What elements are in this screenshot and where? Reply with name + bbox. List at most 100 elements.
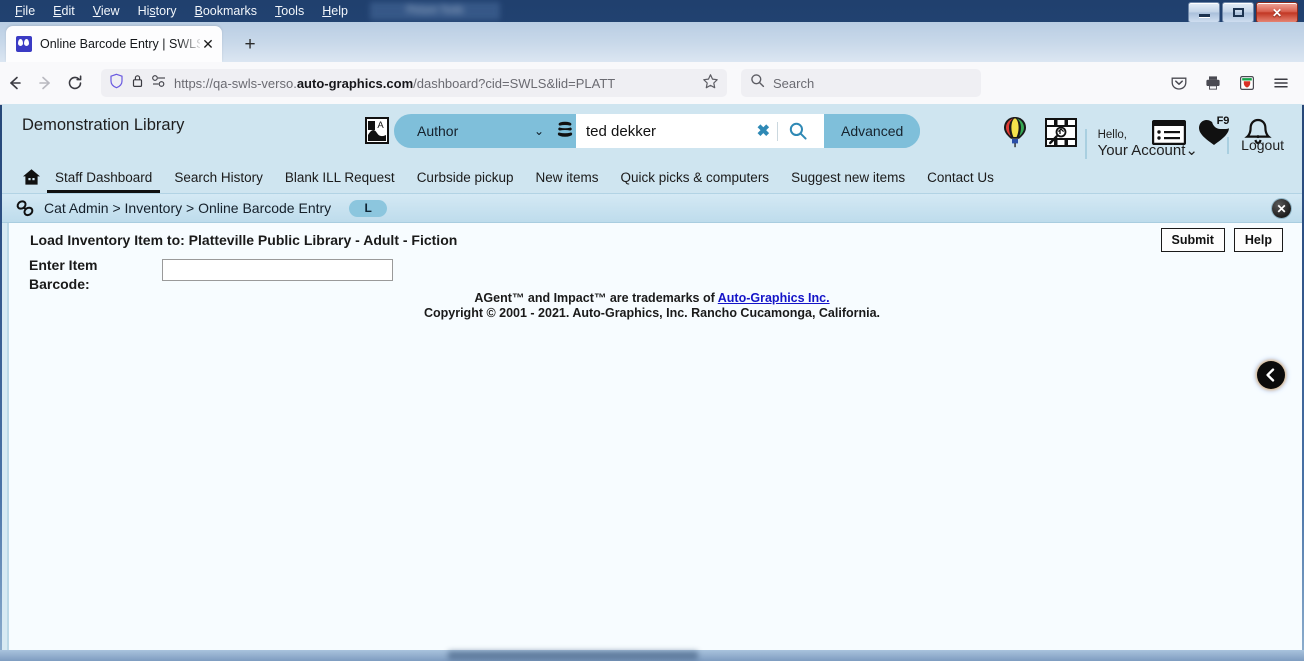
url-text: https://qa-swls-verso.auto-graphics.com/…	[174, 76, 702, 91]
logout-link[interactable]: Logout	[1227, 137, 1284, 154]
extension-icon[interactable]	[1232, 68, 1262, 98]
help-button[interactable]: Help	[1233, 228, 1283, 252]
action-buttons: Submit Help	[1160, 228, 1283, 252]
tab-title: Online Barcode Entry | SWLS | pl	[40, 37, 200, 51]
database-stack-icon[interactable]	[554, 121, 576, 141]
close-panel-icon[interactable]: ✕	[1272, 199, 1291, 218]
taskbar-blur	[448, 651, 698, 660]
close-window-button[interactable]: ✕	[1256, 2, 1298, 22]
footer-line1: AGent™ and Impact™ are trademarks of Aut…	[2, 291, 1302, 306]
svg-text:A: A	[377, 120, 384, 131]
search-query-value: ted dekker	[586, 122, 657, 140]
menu-bookmarks[interactable]: Bookmarks	[186, 1, 267, 21]
address-bar[interactable]: https://qa-swls-verso.auto-graphics.com/…	[101, 69, 727, 97]
minimize-button[interactable]	[1188, 2, 1220, 22]
nav-curbside-pickup[interactable]: Curbside pickup	[417, 170, 514, 185]
url-path: /dashboard?cid=SWLS&lid=PLATT	[413, 75, 616, 91]
back-arrow-icon[interactable]	[0, 68, 30, 98]
forward-arrow-icon	[30, 68, 60, 98]
footer-line1-pre: AGent™ and Impact™ are trademarks of	[474, 291, 718, 305]
browser-search-box[interactable]: Search	[741, 69, 981, 97]
home-icon[interactable]	[22, 168, 41, 186]
auto-graphics-link[interactable]: Auto-Graphics Inc.	[718, 291, 830, 305]
tab-strip: Online Barcode Entry | SWLS | pl ✕ +	[0, 22, 1304, 62]
nav-quick-picks-computers[interactable]: Quick picks & computers	[621, 170, 770, 185]
barcode-input[interactable]	[162, 259, 393, 281]
browser-search-placeholder: Search	[773, 75, 815, 91]
app-header: Demonstration Library A Author ⌄ ted dek…	[2, 104, 1302, 161]
menu-file[interactable]: File	[6, 1, 44, 21]
breadcrumb-bar: Cat Admin > Inventory > Online Barcode E…	[2, 193, 1302, 223]
menu-tools[interactable]: Tools	[266, 1, 313, 21]
translate-icon[interactable]: A	[365, 117, 389, 149]
content-area: Load Inventory Item to: Platteville Publ…	[2, 223, 1302, 650]
account-name: Your Account⌄	[1098, 142, 1198, 159]
tab-close-icon[interactable]: ✕	[200, 37, 216, 51]
print-icon[interactable]	[1198, 68, 1228, 98]
search-cluster: Author ⌄ ted dekker ✖ Advanced	[394, 114, 921, 148]
footer-line2: Copyright © 2001 - 2021. Auto-Graphics, …	[423, 306, 881, 320]
chain-link-icon	[16, 199, 35, 217]
bookmark-star-icon[interactable]	[702, 73, 719, 94]
permissions-icon	[151, 74, 167, 93]
chevron-down-icon: ⌄	[533, 124, 544, 138]
reload-icon[interactable]	[60, 68, 90, 98]
search-submit-icon[interactable]	[778, 121, 818, 141]
back-circle-button[interactable]	[1257, 361, 1285, 389]
account-menu[interactable]: Hello, Your Account⌄	[1084, 129, 1198, 159]
minimize-icon	[1198, 14, 1210, 17]
clear-search-icon[interactable]: ✖	[750, 121, 777, 141]
window-controls: ✕	[1188, 2, 1298, 22]
menu-history[interactable]: History	[129, 1, 186, 21]
barcode-label-line2: Barcode:	[29, 276, 90, 292]
new-tab-button[interactable]: +	[238, 33, 262, 57]
browser-window: Picture Tools File Edit View History Boo…	[0, 0, 1304, 661]
nav-contact-us[interactable]: Contact Us	[927, 170, 994, 185]
library-name: Demonstration Library	[22, 116, 185, 134]
shield-icon	[109, 73, 124, 94]
footer-text: AGent™ and Impact™ are trademarks of Aut…	[2, 291, 1302, 321]
image-search-icon[interactable]	[1044, 117, 1078, 153]
left-accent-strip	[2, 223, 9, 650]
search-icon	[750, 73, 765, 93]
chevron-down-icon: ⌄	[1185, 142, 1198, 159]
window-title-text: Picture Tools	[406, 5, 464, 16]
menu-view[interactable]: View	[84, 1, 129, 21]
breadcrumb-text[interactable]: Cat Admin > Inventory > Online Barcode E…	[44, 200, 331, 216]
lock-icon	[131, 73, 144, 94]
main-nav: Staff Dashboard Search History Blank ILL…	[2, 161, 1302, 194]
owl-favicon-icon	[16, 36, 32, 52]
page-title: Load Inventory Item to: Platteville Publ…	[30, 232, 458, 248]
url-prefix: https://qa-swls-verso.	[174, 75, 297, 91]
search-query-box[interactable]: ted dekker ✖	[576, 114, 824, 148]
barcode-label-line1: Enter Item	[29, 257, 98, 273]
breadcrumb-pill[interactable]: L	[349, 199, 388, 217]
nav-staff-dashboard[interactable]: Staff Dashboard	[46, 170, 161, 194]
nav-suggest-new-items[interactable]: Suggest new items	[791, 170, 905, 185]
nav-search-history[interactable]: Search History	[174, 170, 263, 185]
window-title-faded: Picture Tools	[370, 2, 500, 20]
page-viewport: Demonstration Library A Author ⌄ ted dek…	[2, 104, 1302, 650]
nav-blank-ill-request[interactable]: Blank ILL Request	[285, 170, 395, 185]
maximize-icon	[1232, 8, 1244, 17]
search-scope-select[interactable]: Author ⌄	[394, 114, 554, 148]
close-icon: ✕	[1271, 5, 1283, 20]
menu-edit[interactable]: Edit	[44, 1, 84, 21]
search-scope-value: Author	[417, 123, 459, 139]
submit-button[interactable]: Submit	[1160, 228, 1225, 252]
toolbar-right-icons	[1164, 68, 1304, 98]
browser-tab[interactable]: Online Barcode Entry | SWLS | pl ✕	[6, 26, 222, 62]
maximize-button[interactable]	[1222, 2, 1254, 22]
menu-help[interactable]: Help	[313, 1, 357, 21]
account-name-text: Your Account	[1097, 142, 1186, 159]
menu-bar: File Edit View History Bookmarks Tools H…	[0, 0, 357, 22]
url-domain: auto-graphics.com	[296, 75, 414, 91]
window-frame: Picture Tools File Edit View History Boo…	[0, 0, 1304, 661]
balloon-icon[interactable]	[1002, 116, 1028, 153]
barcode-field-label: Enter Item Barcode:	[29, 256, 149, 294]
pocket-icon[interactable]	[1164, 68, 1194, 98]
window-bottom-strip	[0, 650, 1304, 661]
nav-new-items[interactable]: New items	[536, 170, 599, 185]
hamburger-menu-icon[interactable]	[1266, 68, 1296, 98]
advanced-search-button[interactable]: Advanced	[824, 114, 921, 148]
